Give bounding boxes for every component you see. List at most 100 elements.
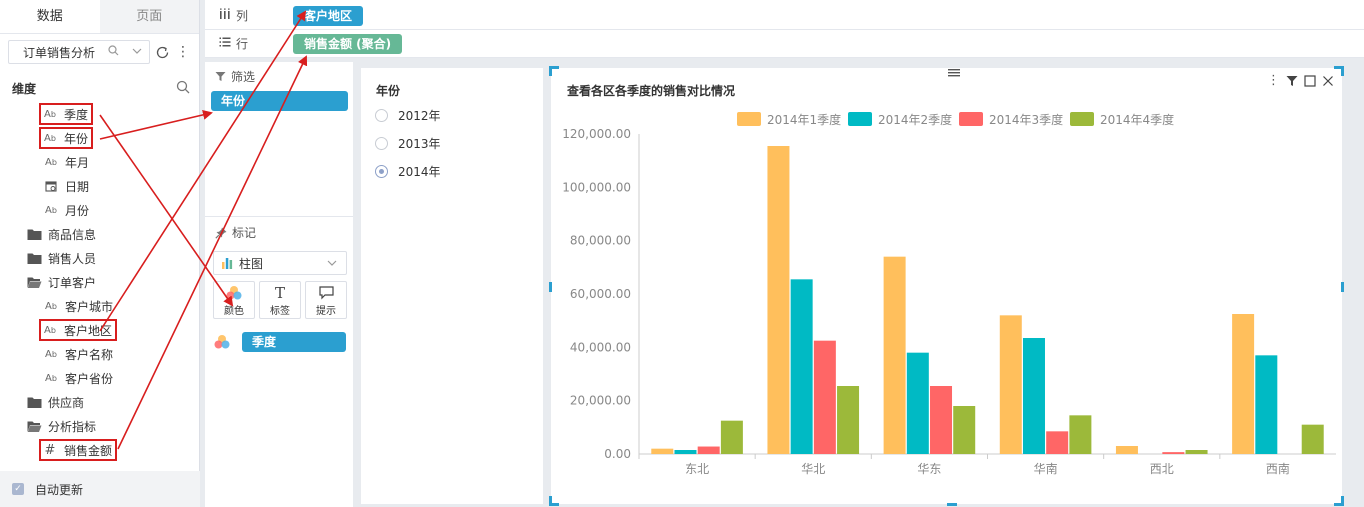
tree-item-label: 订单客户 bbox=[48, 275, 97, 290]
filter-pill-year[interactable]: 年份 bbox=[211, 91, 348, 111]
field-tree: Ab 季度 Ab 年份 Ab 年月 日期 Ab 月份 商品信息 销售人员 订单客户 Ab 客户城市 Ab 客户… bbox=[0, 102, 200, 462]
auto-update-row[interactable]: ✓ 自动更新 bbox=[0, 471, 200, 507]
bar bbox=[1115, 446, 1138, 454]
color-button[interactable]: 颜色 bbox=[213, 281, 255, 319]
columns-label-text: 列 bbox=[236, 9, 249, 23]
more-vertical-icon[interactable]: ⋮ bbox=[176, 44, 190, 60]
columns-pill[interactable]: 客户地区 bbox=[293, 5, 364, 26]
chevron-down-icon[interactable] bbox=[131, 43, 143, 62]
tab-page[interactable]: 页面 bbox=[99, 0, 199, 33]
tree-item[interactable]: Ab 年月 bbox=[0, 150, 200, 174]
data-panel: 数据 页面 订单销售分析 ⋮ 维度 Ab 季度 Ab 年份 Ab 年月日期 Ab 月份商品信息… bbox=[0, 0, 200, 507]
text-field-icon: Ab bbox=[45, 156, 57, 168]
bar bbox=[813, 340, 836, 454]
label-button-label: 标签 bbox=[270, 305, 290, 317]
auto-update-checkbox[interactable]: ✓ bbox=[12, 483, 24, 495]
bar bbox=[767, 146, 790, 454]
tree-item[interactable]: Ab 客户城市 bbox=[0, 294, 200, 318]
radio-button[interactable] bbox=[375, 108, 388, 122]
tree-item[interactable]: Ab 客户地区 bbox=[0, 318, 200, 342]
tree-item[interactable]: 商品信息 bbox=[0, 222, 200, 246]
tree-item[interactable]: # 销售金额 bbox=[0, 438, 200, 462]
bar bbox=[790, 279, 813, 454]
radio-button-checked[interactable] bbox=[375, 164, 388, 178]
auto-update-label: 自动更新 bbox=[35, 482, 84, 497]
text-field-icon: Ab bbox=[44, 324, 56, 336]
color-field-row: 季度 bbox=[213, 332, 351, 352]
radio-button[interactable] bbox=[375, 136, 388, 150]
x-tick-label: 华北 bbox=[801, 462, 825, 476]
year-option-2014[interactable]: 2014年 bbox=[375, 162, 441, 180]
rows-shelf[interactable]: 行 销售金额 (聚合) bbox=[205, 30, 1364, 58]
tree-item[interactable]: 日期 bbox=[0, 174, 200, 198]
tree-item-label: 客户地区 bbox=[64, 323, 113, 338]
color-pill-season[interactable]: 季度 bbox=[242, 332, 346, 352]
dataset-select[interactable]: 订单销售分析 bbox=[8, 40, 150, 64]
dataset-row: 订单销售分析 ⋮ bbox=[8, 40, 192, 64]
filter-label: 筛选 bbox=[231, 70, 256, 84]
x-tick-label: 华南 bbox=[1034, 461, 1058, 476]
chart-type-label: 柱图 bbox=[239, 256, 264, 271]
bar bbox=[930, 386, 953, 454]
tree-item-label: 销售金额 bbox=[64, 443, 113, 458]
tree-item-label: 商品信息 bbox=[48, 227, 97, 242]
rows-label-text: 行 bbox=[236, 37, 249, 51]
tree-item[interactable]: Ab 客户省份 bbox=[0, 366, 200, 390]
dimensions-header: 维度 bbox=[12, 80, 190, 97]
tree-item[interactable]: Ab 月份 bbox=[0, 198, 200, 222]
tree-item[interactable]: 订单客户 bbox=[0, 270, 200, 294]
y-tick-label: 20,000.00 bbox=[570, 394, 631, 408]
tree-item-label: 月份 bbox=[65, 203, 90, 218]
bar bbox=[1255, 355, 1278, 454]
text-field-icon: Ab bbox=[44, 108, 56, 120]
year-option-2013[interactable]: 2013年 bbox=[375, 134, 441, 152]
chart-type-select[interactable]: 柱图 bbox=[213, 251, 347, 275]
tree-item[interactable]: Ab 客户名称 bbox=[0, 342, 200, 366]
filter-header: 筛选 bbox=[215, 68, 255, 85]
bar bbox=[1162, 452, 1185, 454]
bar bbox=[1069, 415, 1092, 454]
chart-widget[interactable]: 查看各区各季度的销售对比情况 ⋮ 0.00 20,000.00 40,000.00 6… bbox=[549, 66, 1344, 506]
year-option-label: 2014年 bbox=[398, 164, 441, 179]
rows-pill[interactable]: 销售金额 (聚合) bbox=[293, 33, 403, 54]
tree-item-label: 年月 bbox=[65, 155, 90, 170]
x-tick-label: 华东 bbox=[917, 462, 941, 476]
tree-item[interactable]: 供应商 bbox=[0, 390, 200, 414]
legend-label: 2014年4季度 bbox=[1100, 112, 1174, 127]
filter-icon bbox=[215, 71, 226, 82]
search-icon[interactable] bbox=[108, 45, 119, 59]
divider bbox=[205, 216, 353, 217]
tree-item-label: 分析指标 bbox=[48, 419, 97, 434]
panel-tabs: 数据 页面 bbox=[0, 0, 199, 34]
shelf-area: 列 客户地区 行 销售金额 (聚合) bbox=[205, 0, 1364, 58]
tooltip-button[interactable]: 提示 bbox=[305, 281, 347, 319]
refresh-icon[interactable] bbox=[154, 44, 170, 60]
year-option-label: 2013年 bbox=[398, 136, 441, 151]
folder-open-icon bbox=[26, 276, 42, 289]
year-option-2012[interactable]: 2012年 bbox=[375, 106, 441, 124]
tree-item[interactable]: Ab 年份 bbox=[0, 126, 200, 150]
folder-icon bbox=[26, 396, 42, 409]
measure-field-icon: # bbox=[44, 442, 56, 458]
columns-icon bbox=[219, 8, 231, 23]
bar bbox=[720, 420, 743, 454]
text-field-icon: Ab bbox=[45, 204, 57, 216]
tree-item[interactable]: 销售人员 bbox=[0, 246, 200, 270]
color-palette-icon bbox=[225, 284, 243, 302]
tree-item-label: 日期 bbox=[65, 179, 90, 194]
highlight-box: Ab 客户地区 bbox=[39, 319, 118, 341]
bar bbox=[1185, 450, 1208, 454]
bar bbox=[953, 406, 976, 454]
bar bbox=[674, 450, 697, 454]
y-tick-label: 100,000.00 bbox=[562, 180, 631, 194]
search-icon[interactable] bbox=[176, 80, 190, 97]
columns-shelf[interactable]: 列 客户地区 bbox=[205, 2, 1364, 30]
tab-data[interactable]: 数据 bbox=[0, 0, 100, 33]
x-tick-label: 西南 bbox=[1266, 461, 1290, 476]
bar-chart-icon bbox=[221, 256, 235, 270]
bar bbox=[1301, 424, 1324, 454]
legend-swatch bbox=[737, 112, 761, 126]
label-button[interactable]: T 标签 bbox=[259, 281, 301, 319]
tree-item[interactable]: 分析指标 bbox=[0, 414, 200, 438]
tree-item[interactable]: Ab 季度 bbox=[0, 102, 200, 126]
